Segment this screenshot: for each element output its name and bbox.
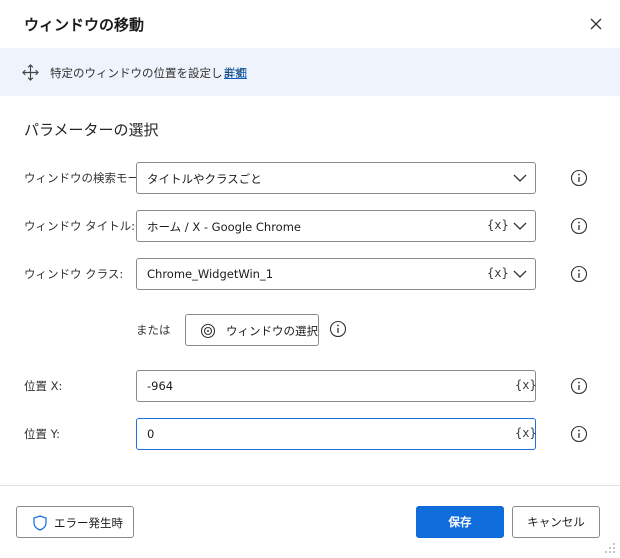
chevron-down-icon[interactable] — [513, 221, 527, 231]
variable-button[interactable]: {x} — [487, 218, 509, 232]
variable-button[interactable]: {x} — [515, 426, 537, 440]
position-x-label: 位置 X: — [24, 379, 63, 393]
save-button[interactable]: 保存 — [416, 506, 504, 538]
search-mode-dropdown[interactable]: タイトルやクラスごと — [136, 162, 536, 194]
select-window-button[interactable]: ウィンドウの選択 — [185, 314, 319, 346]
info-icon[interactable] — [570, 425, 588, 443]
target-icon — [200, 323, 216, 339]
variable-button[interactable]: {x} — [515, 378, 537, 392]
cancel-button[interactable]: キャンセル — [512, 506, 600, 538]
window-title-value: ホーム / X - Google Chrome — [147, 220, 301, 234]
search-mode-value: タイトルやクラスごと — [147, 172, 262, 186]
section-title: パラメーターの選択 — [24, 121, 159, 139]
select-window-label: ウィンドウの選択 — [226, 324, 318, 338]
position-y-input[interactable]: 0 {x} — [136, 418, 537, 450]
info-icon[interactable] — [570, 217, 588, 235]
info-text: 特定のウィンドウの位置を設定します — [50, 66, 246, 80]
move-icon — [22, 64, 39, 81]
details-link[interactable]: 詳細 — [224, 65, 247, 81]
position-y-label: 位置 Y: — [24, 427, 61, 441]
chevron-down-icon[interactable] — [513, 173, 527, 183]
search-mode-label: ウィンドウの検索モード: — [24, 171, 155, 185]
position-x-value: -964 — [147, 379, 174, 393]
window-class-value: Chrome_WidgetWin_1 — [147, 267, 274, 281]
on-error-button[interactable]: エラー発生時 — [16, 506, 134, 538]
info-icon[interactable] — [570, 169, 588, 187]
shield-icon — [33, 515, 47, 531]
window-title-combobox[interactable]: ホーム / X - Google Chrome {x} — [136, 210, 536, 242]
info-bar: 特定のウィンドウの位置を設定します 詳細 — [0, 48, 620, 96]
info-icon[interactable] — [329, 320, 347, 338]
footer-divider — [0, 485, 620, 486]
resize-grip-icon[interactable] — [604, 542, 616, 554]
info-icon[interactable] — [570, 377, 588, 395]
position-y-value: 0 — [147, 427, 155, 441]
on-error-label: エラー発生時 — [54, 516, 123, 530]
or-label: または — [136, 323, 171, 337]
chevron-down-icon[interactable] — [513, 269, 527, 279]
info-icon[interactable] — [570, 265, 588, 283]
window-title-label: ウィンドウ タイトル: — [24, 219, 136, 233]
window-class-combobox[interactable]: Chrome_WidgetWin_1 {x} — [136, 258, 536, 290]
dialog-title: ウィンドウの移動 — [24, 16, 145, 34]
window-class-label: ウィンドウ クラス: — [24, 267, 124, 281]
close-icon[interactable] — [586, 14, 606, 34]
position-x-input[interactable]: -964 {x} — [136, 370, 537, 402]
variable-button[interactable]: {x} — [487, 266, 509, 280]
